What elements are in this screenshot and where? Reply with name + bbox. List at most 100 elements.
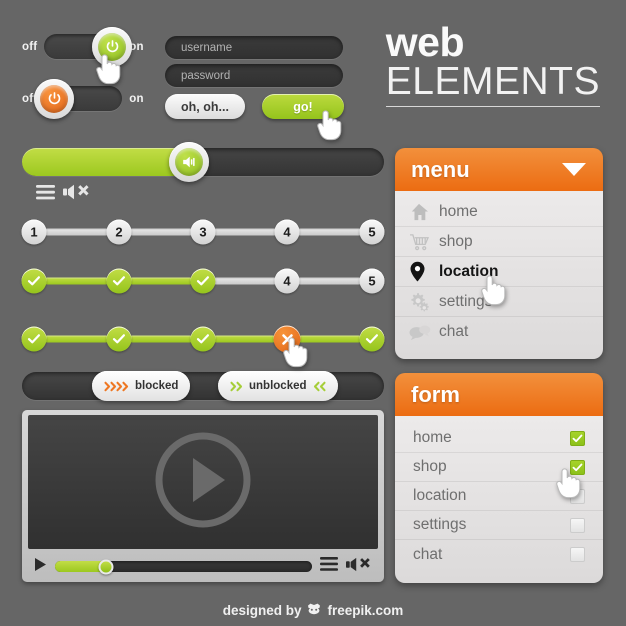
step-node-3[interactable]: 3 xyxy=(190,219,216,245)
step-node-4[interactable]: 4 xyxy=(274,268,300,294)
form-panel-header: form xyxy=(395,373,603,416)
play-circle-icon[interactable] xyxy=(153,430,253,535)
checkbox-shop[interactable] xyxy=(570,459,585,475)
video-screen[interactable] xyxy=(28,415,378,549)
form-item-label: shop xyxy=(413,458,447,475)
checkbox-home[interactable] xyxy=(570,430,585,446)
volume-control-icons[interactable] xyxy=(36,184,91,205)
gears-icon xyxy=(409,292,439,312)
form-row-shop[interactable]: shop xyxy=(395,453,603,482)
step-node-2[interactable] xyxy=(106,326,132,352)
menu-item-label: home xyxy=(439,202,478,220)
form-row-settings[interactable]: settings xyxy=(395,511,603,540)
menu-item-location[interactable]: location xyxy=(395,257,603,287)
step-node-5[interactable]: 5 xyxy=(359,268,385,294)
menu-icon[interactable] xyxy=(320,557,338,576)
stepper-error[interactable] xyxy=(21,325,385,353)
cancel-button[interactable]: oh, oh... xyxy=(165,94,245,119)
toggle-off-label: off xyxy=(22,40,38,53)
toggle-track[interactable] xyxy=(34,78,123,119)
chat-icon xyxy=(409,324,439,341)
volume-slider-handle[interactable] xyxy=(168,142,209,182)
toggle-on-label: on xyxy=(129,92,144,105)
speaker-mute-icon[interactable] xyxy=(63,184,91,205)
status-toggle-blocked-label: blocked xyxy=(135,380,179,392)
title-underline xyxy=(385,105,600,107)
page-title: web ELEMENTS xyxy=(385,19,600,107)
step-node-5[interactable] xyxy=(359,326,385,352)
step-node-5[interactable]: 5 xyxy=(359,219,385,245)
menu-item-home[interactable]: home xyxy=(395,197,603,227)
password-input[interactable]: password xyxy=(165,64,343,87)
menu-item-settings[interactable]: settings xyxy=(395,287,603,317)
form-row-location[interactable]: location xyxy=(395,482,603,511)
status-toggle-unblocked[interactable]: unblocked xyxy=(218,371,338,401)
step-node-4-error[interactable] xyxy=(273,325,301,353)
menu-panel[interactable]: menu home shop location settings chat xyxy=(395,148,603,359)
menu-icon[interactable] xyxy=(36,184,55,205)
checkbox-chat[interactable] xyxy=(570,547,585,562)
chevrons-right-icon xyxy=(104,381,130,392)
menu-item-label: chat xyxy=(439,323,469,340)
status-toggle-bar[interactable]: blocked unblocked xyxy=(22,371,384,401)
form-item-label: home xyxy=(413,429,452,446)
menu-item-shop[interactable]: shop xyxy=(395,227,603,257)
form-panel-title: form xyxy=(411,381,460,407)
volume-slider-fill xyxy=(22,148,189,176)
cart-icon xyxy=(409,233,439,251)
step-node-1[interactable] xyxy=(21,326,47,352)
freepik-logo-icon xyxy=(306,602,322,618)
toggle-switch-green[interactable]: off on xyxy=(22,26,144,67)
speaker-mute-icon[interactable] xyxy=(346,557,372,577)
form-row-home[interactable]: home xyxy=(395,424,603,453)
username-input[interactable]: username xyxy=(165,36,343,59)
toggle-track[interactable] xyxy=(44,26,133,67)
toggle-knob[interactable] xyxy=(34,78,75,119)
menu-item-label: settings xyxy=(439,292,493,310)
speaker-icon xyxy=(174,148,203,176)
play-icon[interactable] xyxy=(34,557,47,577)
web-elements-ui-kit: web ELEMENTS off on off on username pass… xyxy=(0,0,626,626)
footer-text-before: designed by xyxy=(222,602,302,618)
title-line-web: web xyxy=(385,19,465,65)
chevrons-right-icon xyxy=(230,381,244,392)
form-item-label: settings xyxy=(413,516,467,533)
form-panel[interactable]: form home shop location settings chat xyxy=(395,373,603,583)
video-controls[interactable] xyxy=(28,554,378,579)
step-node-3[interactable] xyxy=(190,268,216,294)
menu-panel-title: menu xyxy=(411,156,470,182)
menu-item-chat[interactable]: chat xyxy=(395,317,603,347)
footer-brand: freepik.com xyxy=(327,602,404,618)
status-toggle-unblocked-label: unblocked xyxy=(249,380,307,392)
menu-item-label: location xyxy=(439,262,499,280)
menu-panel-body: home shop location settings chat xyxy=(395,191,603,359)
step-node-3[interactable] xyxy=(190,326,216,352)
menu-panel-header[interactable]: menu xyxy=(395,148,603,191)
checkbox-location[interactable] xyxy=(570,488,585,504)
pin-icon xyxy=(409,261,439,282)
volume-slider[interactable] xyxy=(22,142,384,182)
toggle-switch-orange[interactable]: off on xyxy=(22,78,144,119)
status-toggle-blocked[interactable]: blocked xyxy=(92,371,191,401)
submit-button[interactable]: go! xyxy=(262,94,344,119)
step-node-2[interactable] xyxy=(106,268,132,294)
video-seek-handle[interactable] xyxy=(98,559,114,574)
form-item-label: chat xyxy=(413,545,443,563)
step-node-1[interactable] xyxy=(21,268,47,294)
toggle-knob[interactable] xyxy=(92,26,133,67)
video-player[interactable] xyxy=(22,410,384,582)
chevron-down-icon[interactable] xyxy=(561,157,587,183)
chevrons-left-icon xyxy=(312,381,326,392)
form-panel-body: home shop location settings chat xyxy=(395,416,603,583)
step-node-1[interactable]: 1 xyxy=(21,219,47,245)
power-icon xyxy=(40,84,69,113)
stepper-none-complete[interactable]: 1 2 3 4 5 xyxy=(21,219,385,245)
checkbox-settings[interactable] xyxy=(570,517,585,533)
stepper-three-complete[interactable]: 4 5 xyxy=(21,268,385,294)
video-seek-bar[interactable] xyxy=(55,559,312,574)
form-row-chat[interactable]: chat xyxy=(395,540,603,569)
form-item-label: location xyxy=(413,487,467,504)
step-node-4[interactable]: 4 xyxy=(274,219,300,245)
step-node-2[interactable]: 2 xyxy=(106,219,132,245)
home-icon xyxy=(409,203,439,221)
